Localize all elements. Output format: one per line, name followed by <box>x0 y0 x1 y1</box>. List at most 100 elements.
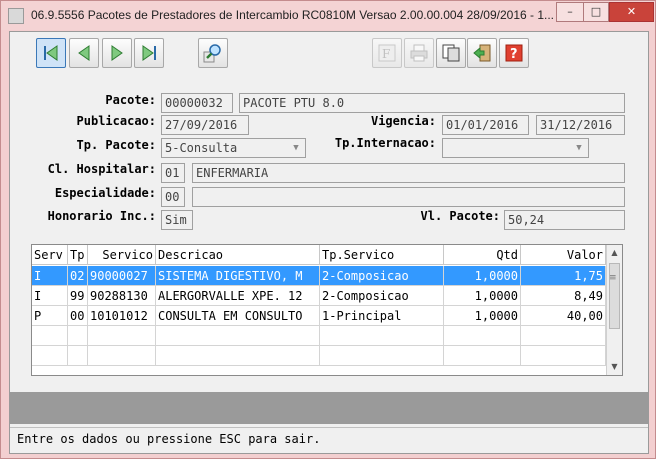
column-header-descricao[interactable]: Descricao <box>156 245 320 265</box>
vigencia-label: Vigencia: <box>370 114 436 128</box>
cell-empty <box>521 326 606 346</box>
svg-text:?: ? <box>510 47 518 62</box>
previous-record-icon <box>78 45 90 61</box>
chevron-down-icon: ▼ <box>293 143 299 153</box>
cell-empty <box>88 346 156 366</box>
cell-empty <box>32 346 68 366</box>
column-header-tp-servico[interactable]: Tp.Servico <box>320 245 444 265</box>
cell-valor: 8,49 <box>521 286 606 306</box>
print-icon <box>410 44 428 62</box>
next-record-icon <box>111 45 123 61</box>
vigencia-from-field[interactable]: 01/01/2016 <box>442 115 529 135</box>
filter-icon: F <box>378 44 396 62</box>
exit-button[interactable] <box>467 38 497 68</box>
minimize-button[interactable]: – <box>556 2 583 22</box>
first-record-button[interactable] <box>36 38 66 68</box>
table-row-empty[interactable] <box>32 346 606 366</box>
column-header-qtd[interactable]: Qtd <box>444 245 521 265</box>
cell-empty <box>320 346 444 366</box>
cell-tp: 99 <box>68 286 88 306</box>
maximize-icon: □ <box>590 5 602 18</box>
cell-empty <box>32 326 68 346</box>
toolbar: F ? <box>26 38 626 74</box>
cell-empty <box>320 326 444 346</box>
minimize-icon: – <box>567 5 573 18</box>
vl-pacote-label: Vl. Pacote: <box>420 209 500 223</box>
table-row-empty[interactable] <box>32 326 606 346</box>
scroll-up-icon[interactable]: ▲ <box>607 245 622 261</box>
grip-icon: ≡ <box>609 273 617 283</box>
app-icon <box>8 8 24 24</box>
print-button[interactable] <box>404 38 434 68</box>
grid-header: Serv Tp Servico Descricao Tp.Servico Qtd… <box>32 245 606 265</box>
cell-empty <box>444 346 521 366</box>
last-record-button[interactable] <box>134 38 164 68</box>
cell-serv: I <box>32 286 68 306</box>
cell-tp: 00 <box>68 306 88 326</box>
especialidade-desc-field[interactable] <box>192 187 625 207</box>
cl-hospitalar-code-field[interactable]: 01 <box>161 163 185 183</box>
grid-scrollbar[interactable]: ▲ ≡ ▼ <box>606 245 622 375</box>
tp-internacao-label: Tp.Internacao: <box>334 136 436 150</box>
copy-icon <box>442 44 460 62</box>
cell-qtd: 1,0000 <box>444 306 521 326</box>
cell-servico: 10101012 <box>88 306 156 326</box>
title-bar[interactable]: 06.9.5556 Pacotes de Prestadores de Inte… <box>1 1 655 30</box>
filter-button[interactable]: F <box>372 38 402 68</box>
table-row[interactable]: I 99 90288130 ALERGORVALLE XPE. 12 2-Com… <box>32 286 606 306</box>
cell-tp-servico: 1-Principal <box>320 306 444 326</box>
close-icon: ✕ <box>626 5 637 18</box>
especialidade-code-field[interactable]: 00 <box>161 187 185 207</box>
previous-record-button[interactable] <box>69 38 99 68</box>
publicacao-field[interactable]: 27/09/2016 <box>161 115 249 135</box>
tp-pacote-select[interactable]: 5-Consulta ▼ <box>161 138 306 158</box>
search-zoom-icon <box>203 44 221 63</box>
search-button[interactable] <box>198 38 228 68</box>
copy-button[interactable] <box>436 38 466 68</box>
status-bar: Entre os dados ou pressione ESC para sai… <box>10 427 648 453</box>
cell-valor: 1,75 <box>521 266 606 286</box>
maximize-button[interactable]: □ <box>583 2 609 22</box>
especialidade-label: Especialidade: <box>54 186 156 200</box>
exit-icon <box>473 44 491 62</box>
cell-empty <box>88 326 156 346</box>
honorario-field[interactable]: Sim <box>161 210 193 230</box>
help-icon: ? <box>505 44 523 62</box>
services-grid[interactable]: Serv Tp Servico Descricao Tp.Servico Qtd… <box>31 244 623 376</box>
svg-text:F: F <box>382 47 390 61</box>
status-message: Entre os dados ou pressione ESC para sai… <box>17 432 321 446</box>
cell-servico: 90288130 <box>88 286 156 306</box>
cell-descricao: SISTEMA DIGESTIVO, M <box>156 266 320 286</box>
cell-tp-servico: 2-Composicao <box>320 266 444 286</box>
vigencia-to-field[interactable]: 31/12/2016 <box>536 115 625 135</box>
scroll-down-icon[interactable]: ▼ <box>607 359 622 375</box>
cell-descricao: CONSULTA EM CONSULTO <box>156 306 320 326</box>
cell-tp-servico: 2-Composicao <box>320 286 444 306</box>
table-row[interactable]: I 02 90000027 SISTEMA DIGESTIVO, M 2-Com… <box>32 266 606 286</box>
pacote-desc-field[interactable]: PACOTE PTU 8.0 <box>239 93 625 113</box>
vl-pacote-field[interactable]: 50,24 <box>504 210 625 230</box>
column-header-valor[interactable]: Valor <box>521 245 606 265</box>
cell-empty <box>68 346 88 366</box>
help-button[interactable]: ? <box>499 38 529 68</box>
table-row[interactable]: P 00 10101012 CONSULTA EM CONSULTO 1-Pri… <box>32 306 606 326</box>
cell-servico: 90000027 <box>88 266 156 286</box>
cl-hospitalar-desc-field[interactable]: ENFERMARIA <box>192 163 625 183</box>
tp-internacao-select[interactable]: ▼ <box>442 138 589 158</box>
column-header-servico[interactable]: Servico <box>88 245 156 265</box>
column-header-tp[interactable]: Tp <box>68 245 88 265</box>
next-record-button[interactable] <box>102 38 132 68</box>
cell-empty <box>156 346 320 366</box>
close-button[interactable]: ✕ <box>609 2 654 22</box>
cell-descricao: ALERGORVALLE XPE. 12 <box>156 286 320 306</box>
client-area: F ? Pacote: 00000032 PACOTE PTU 8.0 Publ… <box>9 31 649 454</box>
tp-pacote-label: Tp. Pacote: <box>76 138 156 152</box>
honorario-label: Honorario Inc.: <box>47 209 156 223</box>
cell-qtd: 1,0000 <box>444 286 521 306</box>
cell-empty <box>444 326 521 346</box>
pacote-code-field[interactable]: 00000032 <box>161 93 233 113</box>
column-header-serv[interactable]: Serv <box>32 245 68 265</box>
pacote-label: Pacote: <box>105 93 156 107</box>
publicacao-label: Publicacao: <box>76 114 156 128</box>
tp-pacote-value: 5-Consulta <box>165 141 238 155</box>
